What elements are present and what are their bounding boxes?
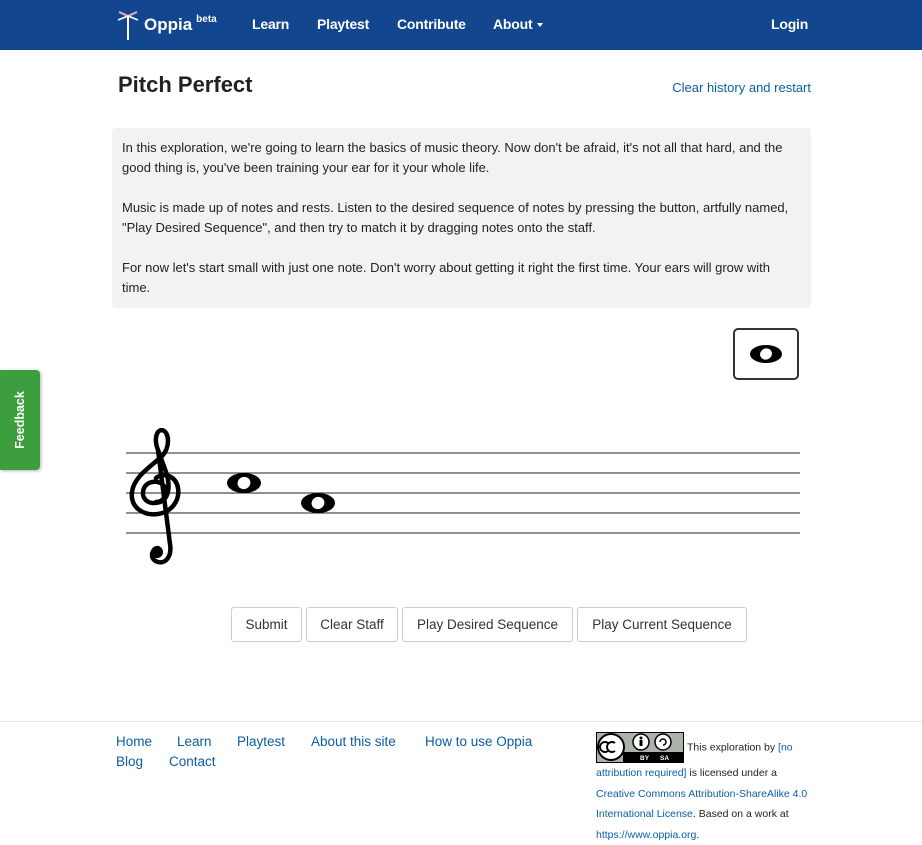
brand-name: Oppia — [144, 15, 193, 34]
license-notice: BY SA This exploration by [no attributio… — [596, 732, 811, 845]
license-text: . — [696, 828, 700, 841]
feedback-tab[interactable]: Feedback — [0, 370, 40, 470]
footer-divider — [0, 721, 922, 722]
clear-staff-button[interactable]: Clear Staff — [306, 607, 398, 642]
footer-link-about[interactable]: About this site — [311, 734, 396, 749]
nav-about-label: About — [493, 16, 533, 32]
whole-note-palette[interactable] — [733, 328, 799, 380]
staff-note[interactable] — [301, 493, 335, 513]
nav-playtest[interactable]: Playtest — [317, 16, 369, 32]
footer-link-learn[interactable]: Learn — [177, 734, 212, 749]
beta-badge: beta — [196, 13, 217, 25]
submit-button[interactable]: Submit — [231, 607, 302, 642]
staff-lines — [126, 452, 800, 534]
svg-text:SA: SA — [660, 755, 669, 762]
play-current-sequence-button[interactable]: Play Current Sequence — [577, 607, 747, 642]
feedback-label: Feedback — [13, 391, 27, 449]
music-staff[interactable] — [126, 427, 802, 568]
footer-link-blog[interactable]: Blog — [116, 754, 143, 769]
chevron-down-icon — [537, 23, 544, 28]
source-link[interactable]: https://www.oppia.org — [596, 829, 696, 841]
top-navbar: Oppia beta Learn Playtest Contribute Abo… — [0, 0, 922, 50]
nav-contribute[interactable]: Contribute — [397, 16, 466, 32]
intro-paragraph: In this exploration, we're going to lear… — [122, 140, 783, 175]
oppia-logo-link[interactable]: Oppia beta — [116, 8, 217, 42]
nav-about-dropdown[interactable]: About — [493, 16, 544, 32]
license-text: . Based on a work at — [692, 808, 789, 820]
music-controls: Submit Clear Staff Play Desired Sequence… — [231, 607, 747, 642]
footer-link-how-to-use[interactable]: How to use Oppia — [425, 734, 532, 749]
intro-paragraph: For now let's start small with just one … — [122, 260, 771, 295]
nav-learn[interactable]: Learn — [252, 16, 289, 32]
intro-paragraph: Music is made up of notes and rests. Lis… — [122, 200, 789, 235]
footer-link-playtest[interactable]: Playtest — [237, 734, 285, 749]
whole-note-icon — [750, 345, 782, 363]
svg-text:BY: BY — [640, 755, 650, 762]
footer-link-contact[interactable]: Contact — [169, 754, 216, 769]
treble-clef-icon — [129, 427, 181, 565]
cc-by-sa-badge-icon: BY SA — [596, 732, 684, 763]
footer-link-home[interactable]: Home — [116, 734, 152, 749]
play-desired-sequence-button[interactable]: Play Desired Sequence — [402, 607, 573, 642]
login-link[interactable]: Login — [771, 16, 808, 32]
exploration-intro: In this exploration, we're going to lear… — [112, 128, 811, 308]
staff-note[interactable] — [227, 473, 261, 493]
license-text: This exploration by — [687, 741, 779, 754]
license-text: is licensed under a — [686, 767, 777, 779]
page-title: Pitch Perfect — [118, 72, 253, 97]
clear-history-link[interactable]: Clear history and restart — [672, 80, 811, 95]
oppia-logo-icon — [117, 11, 139, 40]
